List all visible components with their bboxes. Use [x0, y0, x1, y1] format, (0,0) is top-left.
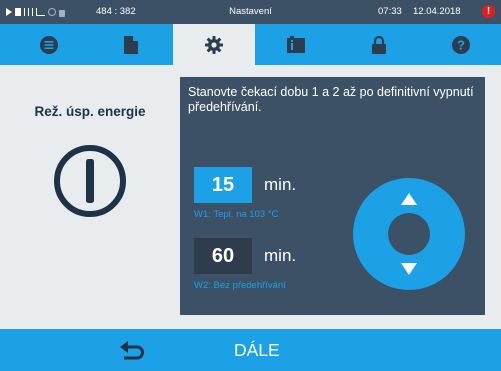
w1-caption: W1: Tepl. na 103 °C	[194, 209, 279, 220]
tab-info[interactable]	[255, 24, 337, 65]
waiting-time-panel: Stanovte čekací dobu 1 a 2 až po definit…	[180, 77, 485, 315]
dial-up-button[interactable]	[389, 180, 429, 210]
w1-value-field[interactable]: 15	[194, 167, 252, 203]
back-arrow-icon	[120, 341, 144, 360]
tab-settings[interactable]	[173, 24, 255, 65]
next-button[interactable]: DÁLE	[190, 329, 330, 371]
tab-help[interactable]: ?	[420, 24, 501, 65]
dial-down-button[interactable]	[389, 258, 429, 288]
w2-value-field[interactable]: 60	[194, 238, 252, 274]
panel-description: Stanovte čekací dobu 1 a 2 až po definit…	[188, 85, 474, 114]
clock-date: 12.04.2018	[413, 6, 461, 17]
info-card-icon	[287, 36, 305, 53]
adjust-dial[interactable]	[353, 178, 465, 290]
tab-bar: ?	[0, 24, 501, 65]
warning-icon[interactable]: !	[482, 5, 495, 18]
clock-time: 07:33	[378, 6, 402, 17]
w2-caption: W2: Bez předehřívání	[194, 280, 286, 291]
bottom-bar: DÁLE	[0, 329, 501, 371]
lock-icon	[372, 35, 386, 54]
w1-unit: min.	[264, 175, 297, 194]
status-bar: 484 : 382 Nastavení 07:33 12.04.2018 !	[0, 0, 501, 24]
help-icon: ?	[452, 35, 470, 54]
svg-text:?: ?	[457, 37, 465, 52]
tab-list[interactable]	[8, 24, 90, 65]
back-button[interactable]	[112, 337, 152, 363]
list-icon	[40, 35, 58, 54]
power-icon	[54, 145, 126, 217]
tab-lock[interactable]	[338, 24, 420, 65]
document-icon	[124, 35, 138, 54]
mode-title: Rež. úsp. energie	[34, 104, 146, 119]
tab-document[interactable]	[90, 24, 172, 65]
gear-icon	[205, 35, 223, 54]
w2-unit: min.	[264, 246, 297, 265]
